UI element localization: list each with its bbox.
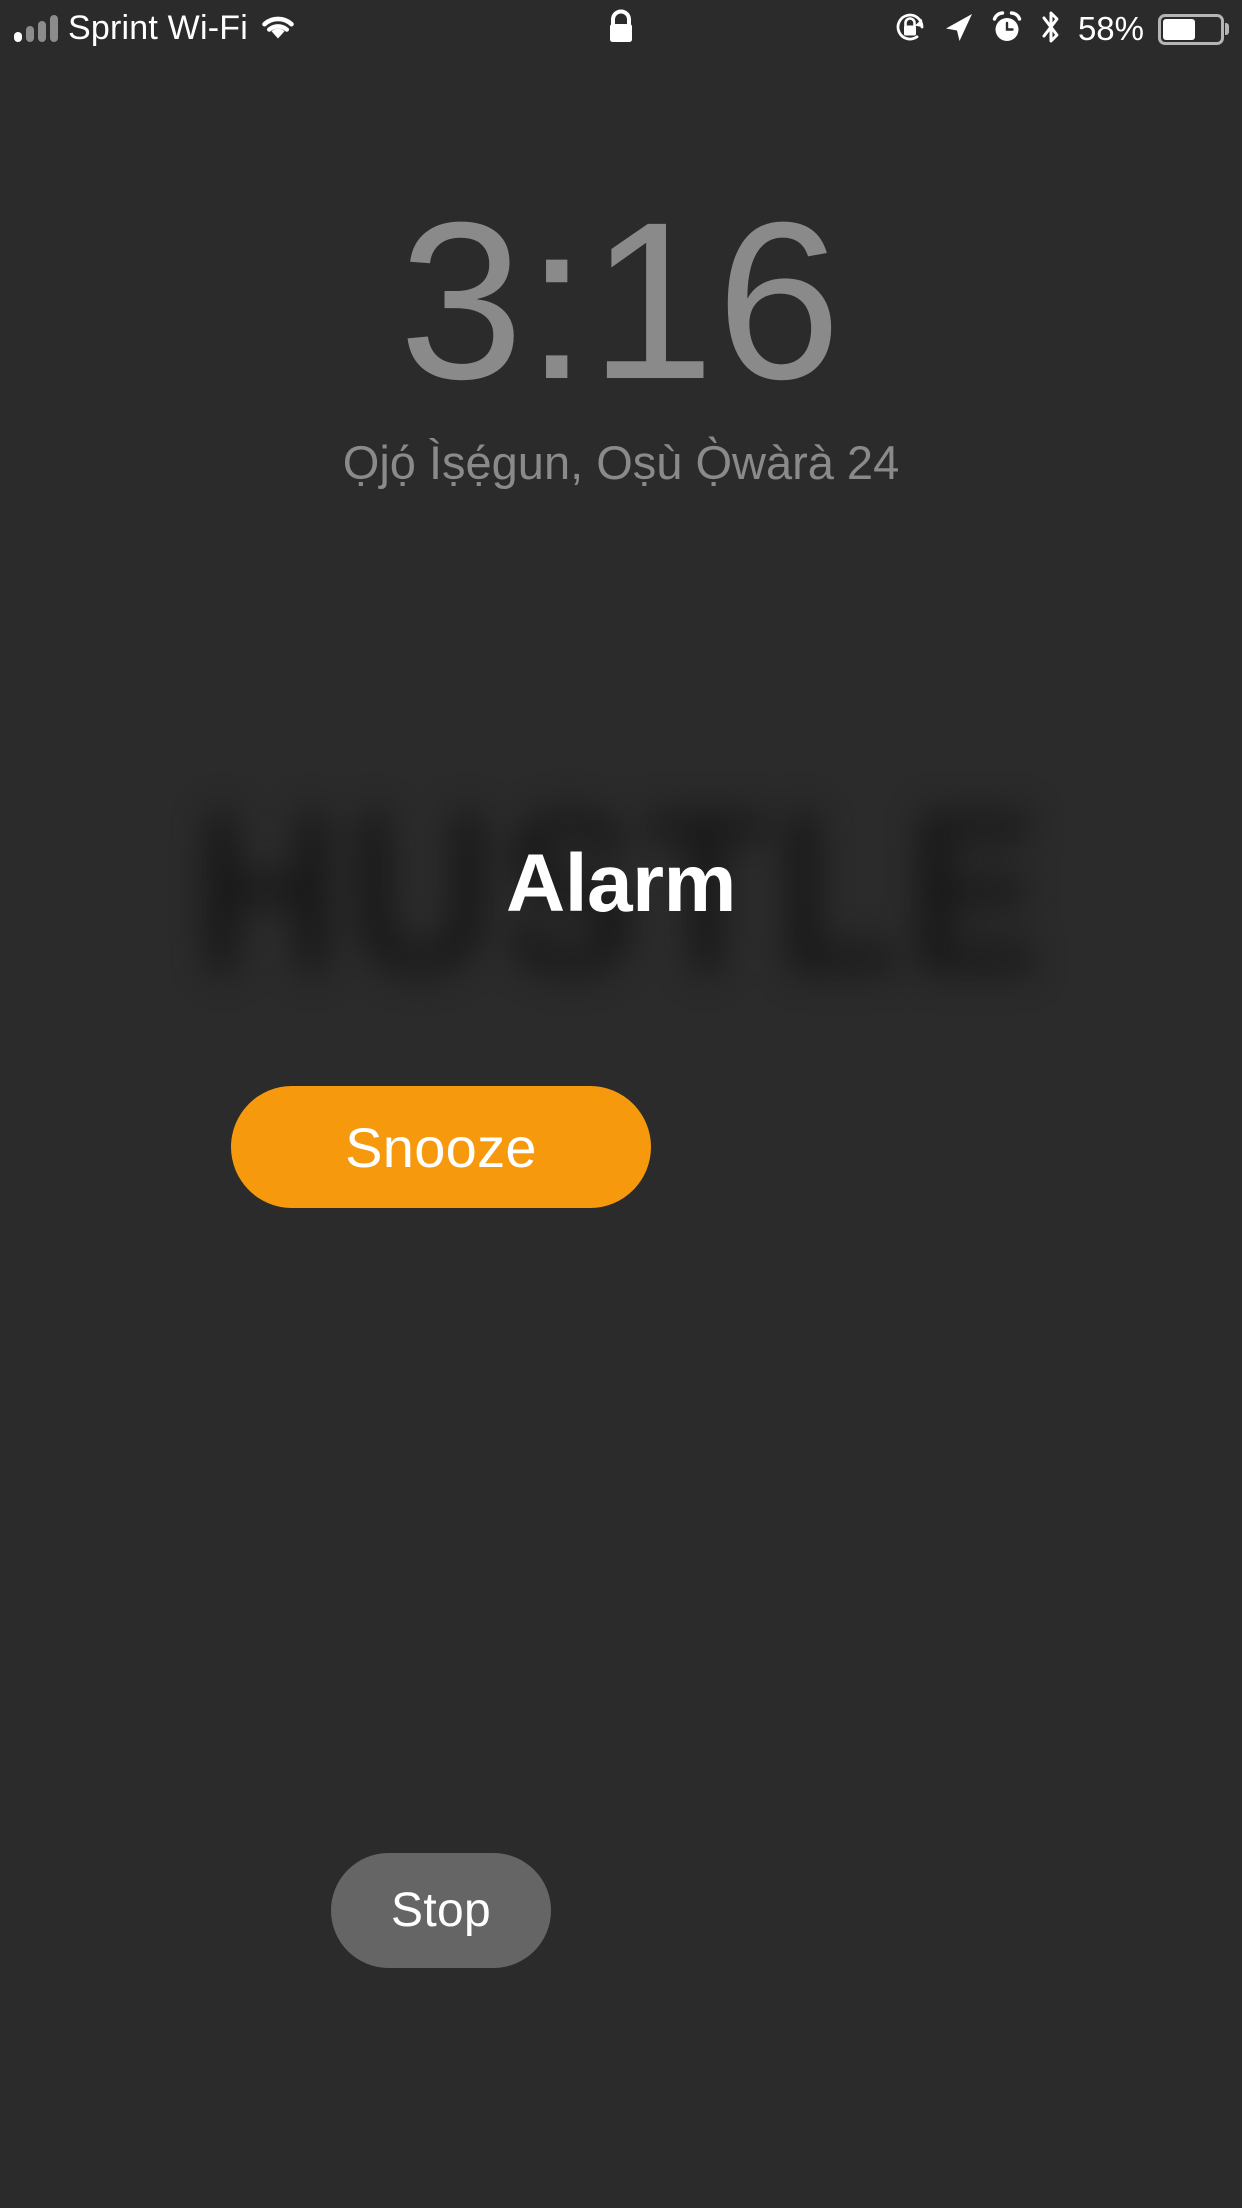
bluetooth-icon — [1038, 8, 1064, 51]
alarm-title: Alarm — [506, 838, 736, 929]
carrier-label: Sprint Wi-Fi — [68, 9, 248, 47]
battery-percent-label: 58% — [1077, 9, 1144, 47]
status-bar-left: Sprint Wi-Fi — [14, 9, 298, 47]
battery-fill — [1163, 18, 1196, 40]
clock-time: 3:16 — [399, 176, 843, 426]
lock-screen: HUSTLE Sprint Wi-Fi 58% 3:16 Ọjọ́ Ìṣẹ́gu… — [0, 0, 1242, 2208]
cellular-signal-icon — [14, 15, 58, 42]
snooze-button[interactable]: Snooze — [231, 1086, 651, 1208]
status-bar: Sprint Wi-Fi 58% — [0, 0, 1242, 58]
status-bar-right: 58% — [892, 8, 1224, 51]
stop-button[interactable]: Stop — [331, 1853, 551, 1968]
wifi-icon — [258, 12, 298, 47]
clock-date: Ọjọ́ Ìṣẹ́gun, Oṣù Ọ̀wàrà 24 — [342, 435, 900, 489]
rotation-lock-icon — [892, 9, 928, 50]
battery-icon — [1158, 13, 1224, 45]
lock-icon — [604, 7, 638, 52]
location-arrow-icon — [942, 10, 976, 49]
alarm-clock-icon — [990, 10, 1024, 49]
clock-block: 3:16 Ọjọ́ Ìṣẹ́gun, Oṣù Ọ̀wàrà 24 — [0, 176, 1242, 491]
